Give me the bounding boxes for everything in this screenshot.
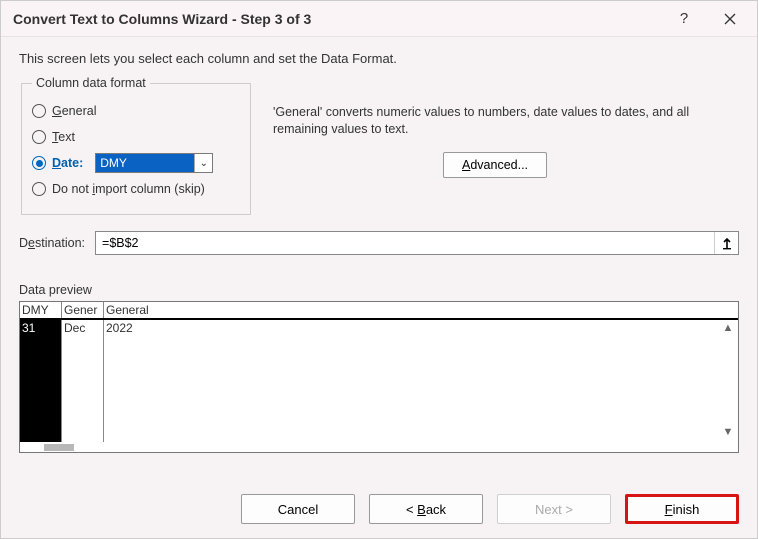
radio-icon: [32, 104, 46, 118]
destination-input[interactable]: [96, 232, 714, 254]
destination-input-wrap: [95, 231, 739, 255]
preview-col-selected[interactable]: 31: [20, 320, 62, 442]
hscroll-thumb[interactable]: [44, 444, 74, 451]
col-header[interactable]: Gener: [62, 302, 104, 318]
help-panel: 'General' converts numeric values to num…: [273, 76, 739, 178]
collapse-icon: [720, 236, 734, 250]
radio-label-date: Date:: [52, 156, 83, 170]
radio-icon: [32, 182, 46, 196]
date-format-dropdown[interactable]: DMY ⌄: [95, 153, 213, 173]
upper-panel: Column data format General Text Date: DM…: [19, 76, 739, 215]
preview-body: 31 Dec 2022: [20, 320, 738, 442]
preview-header: DMY Gener General: [20, 302, 738, 320]
scroll-up-icon[interactable]: ▲: [720, 320, 736, 336]
radio-label-general: General: [52, 104, 96, 118]
preview-col[interactable]: 2022: [104, 320, 174, 442]
close-icon: [724, 13, 736, 25]
preview-box: DMY Gener General 31 Dec 2022 ▲ ▼: [19, 301, 739, 453]
radio-general[interactable]: General: [32, 98, 240, 124]
scroll-down-icon[interactable]: ▼: [720, 424, 736, 440]
help-button[interactable]: ?: [661, 3, 707, 35]
wizard-dialog: Convert Text to Columns Wizard - Step 3 …: [0, 0, 758, 539]
dialog-body: This screen lets you select each column …: [1, 37, 757, 484]
advanced-button[interactable]: Advanced...: [443, 152, 547, 178]
title-bar: Convert Text to Columns Wizard - Step 3 …: [1, 1, 757, 37]
next-button: Next >: [497, 494, 611, 524]
dropdown-value: DMY: [96, 154, 194, 172]
description-text: This screen lets you select each column …: [19, 51, 739, 66]
radio-date[interactable]: Date: DMY ⌄: [32, 150, 240, 176]
window-title: Convert Text to Columns Wizard - Step 3 …: [13, 11, 661, 27]
range-selector-button[interactable]: [714, 232, 738, 254]
preview-col[interactable]: Dec: [62, 320, 104, 442]
preview-label: Data preview: [19, 283, 739, 297]
col-header[interactable]: General: [104, 302, 174, 318]
hscroll-track[interactable]: [20, 442, 738, 452]
radio-label-text: Text: [52, 130, 75, 144]
group-legend: Column data format: [32, 76, 150, 90]
radio-icon: [32, 130, 46, 144]
radio-icon: [32, 156, 46, 170]
destination-label: Destination:: [19, 236, 85, 250]
column-format-group: Column data format General Text Date: DM…: [21, 76, 251, 215]
radio-label-skip: Do not import column (skip): [52, 182, 205, 196]
radio-text[interactable]: Text: [32, 124, 240, 150]
cancel-button[interactable]: Cancel: [241, 494, 355, 524]
destination-row: Destination:: [19, 231, 739, 255]
finish-button[interactable]: Finish: [625, 494, 739, 524]
help-text: 'General' converts numeric values to num…: [273, 104, 739, 138]
col-header[interactable]: DMY: [20, 302, 62, 318]
chevron-down-icon: ⌄: [194, 154, 212, 172]
radio-skip[interactable]: Do not import column (skip): [32, 176, 240, 202]
back-button[interactable]: < Back: [369, 494, 483, 524]
close-button[interactable]: [707, 3, 753, 35]
button-bar: Cancel < Back Next > Finish: [1, 484, 757, 538]
